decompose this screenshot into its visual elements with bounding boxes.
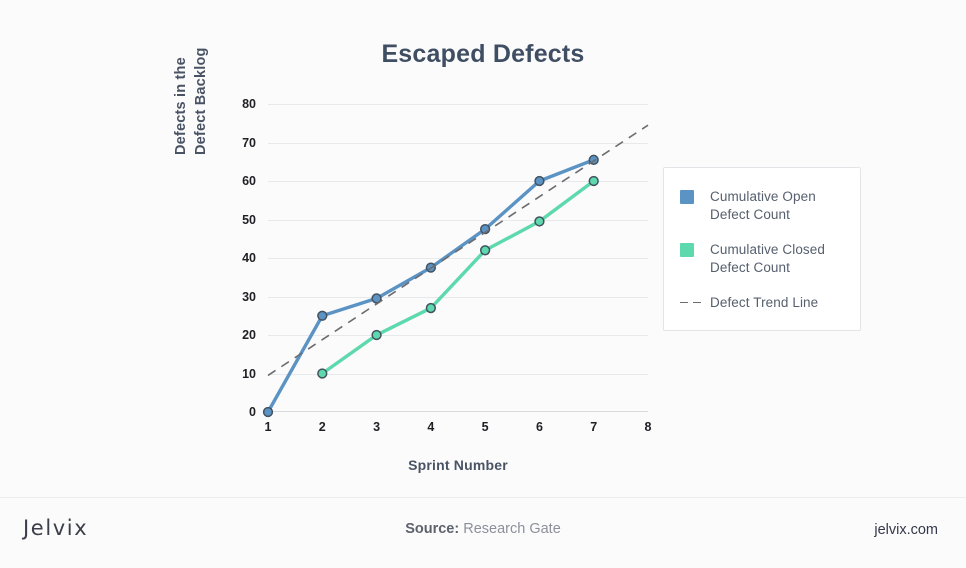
chart-title: Escaped Defects [381,40,585,68]
plot-area [268,104,648,412]
y-axis-title-line-1: Defects in the [173,57,189,155]
x-axis-tick-label: 5 [481,420,489,434]
y-axis-tick-label: 0 [249,405,256,419]
y-axis-tick-label: 40 [242,251,256,265]
x-axis-tick-label: 1 [264,420,272,434]
chart-page: Escaped Defects 0 10 20 30 40 50 60 70 80 1 2 3 4 5 6… [0,0,966,568]
legend-swatch-open-icon [680,190,694,204]
gridline [268,181,648,182]
x-axis-title: Sprint Number [408,457,508,473]
x-axis-tick-label: 3 [373,420,381,434]
gridline [268,219,648,221]
x-axis-line [268,411,648,412]
legend-dashed-line-icon [680,296,706,310]
legend-item-trend-line[interactable]: Defect Trend Line [664,294,860,312]
legend-label-closed-line-1: Cumulative Closed [710,241,825,257]
gridline [268,104,648,105]
y-axis-title: Defects in the Defect Backlog [172,0,211,155]
legend-label-closed-line-2: Defect Count [710,259,790,275]
source-caption: Source: Research Gate [0,521,966,537]
legend-label-trend: Defect Trend Line [710,294,819,310]
legend-label-open: Cumulative Open Defect Count [710,188,816,224]
x-axis-tick-label: 2 [318,420,326,434]
x-axis-tick-label: 4 [427,420,435,434]
legend-label-open-line-2: Defect Count [710,206,790,222]
legend-item-closed-defects[interactable]: Cumulative Closed Defect Count [664,241,860,277]
x-axis-tick-label: 6 [535,420,543,434]
website-label: jelvix.com [874,522,938,538]
legend-label-open-line-1: Cumulative Open [710,189,816,204]
y-axis-tick-label: 60 [242,174,256,188]
y-axis-tick-label: 30 [242,289,256,304]
legend-item-open-defects[interactable]: Cumulative Open Defect Count [664,188,860,224]
chart-legend: Cumulative Open Defect Count Cumulative … [663,167,861,331]
footer-divider [0,497,966,498]
y-axis-tick-label: 20 [242,328,256,342]
y-axis-tick-label: 10 [242,366,256,381]
y-axis-tick-label: 50 [242,212,256,227]
y-axis-title-line-2: Defect Backlog [192,47,209,155]
x-axis-tick-label: 7 [590,420,598,434]
gridline [268,335,648,336]
legend-swatch-closed-icon [680,242,694,257]
x-axis-tick-label: 8 [644,420,652,434]
y-axis-tick-label: 80 [242,97,256,111]
gridline [268,296,648,298]
gridline [268,258,648,259]
y-axis-tick-label: 70 [242,135,256,150]
gridline [268,373,648,375]
gridline [268,142,648,144]
source-name: Research Gate [463,521,561,537]
legend-label-closed: Cumulative Closed Defect Count [710,241,825,277]
source-prefix: Source: [405,521,460,537]
